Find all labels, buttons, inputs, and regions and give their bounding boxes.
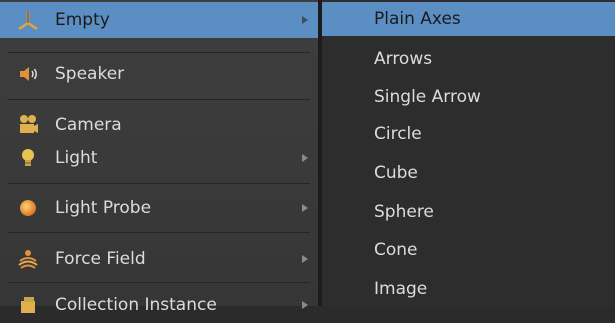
speaker-icon: [16, 62, 40, 86]
force-field-icon: [16, 247, 40, 271]
submenu-item-single-arrow[interactable]: Single Arrow: [318, 80, 615, 114]
submenu-item-circle[interactable]: Circle: [318, 117, 615, 151]
menu-item-empty[interactable]: Empty: [0, 2, 318, 38]
menu-item-label: Collection Instance: [55, 295, 217, 315]
submenu-item-label: Cone: [374, 240, 418, 260]
submenu-item-image[interactable]: Image: [318, 272, 615, 306]
submenu-item-cube[interactable]: Cube: [318, 156, 615, 190]
submenu-item-sphere[interactable]: Sphere: [318, 195, 615, 229]
submenu-arrow-icon: [302, 16, 308, 24]
menu-item-label: Speaker: [55, 64, 125, 84]
menu-separator: [8, 183, 310, 184]
menu-item-label: Camera: [55, 115, 122, 135]
menu-separator: [8, 52, 310, 53]
menu-item-force-field[interactable]: Force Field: [0, 241, 318, 277]
submenu-item-cone[interactable]: Cone: [318, 233, 615, 267]
submenu-arrow-icon: [302, 204, 308, 212]
menu-separator: [8, 232, 310, 233]
submenu-arrow-icon: [302, 154, 308, 162]
light-probe-icon: [16, 196, 40, 220]
menu-separator: [8, 99, 310, 100]
empty-axes-icon: [16, 8, 40, 32]
menu-item-label: Empty: [55, 10, 110, 30]
submenu-item-label: Arrows: [374, 49, 433, 69]
submenu-item-arrows[interactable]: Arrows: [318, 42, 615, 76]
submenu-item-label: Image: [374, 279, 428, 299]
menu-item-collection-instance[interactable]: Collection Instance: [0, 287, 318, 323]
menu-item-label: Light Probe: [55, 198, 152, 218]
menu-separator: [8, 282, 310, 283]
submenu-item-label: Single Arrow: [374, 87, 481, 107]
menu-item-label: Force Field: [55, 249, 146, 269]
camera-icon: [16, 113, 40, 137]
menu-item-speaker[interactable]: Speaker: [0, 56, 318, 92]
menu-item-light-probe[interactable]: Light Probe: [0, 190, 318, 226]
menu-item-light[interactable]: Light: [0, 140, 318, 176]
menu-item-label: Light: [55, 148, 98, 168]
submenu-item-label: Cube: [374, 163, 418, 183]
submenu-item-plain-axes[interactable]: Plain Axes: [322, 2, 615, 36]
submenu-item-label: Circle: [374, 124, 422, 144]
submenu-item-label: Sphere: [374, 202, 434, 222]
submenu-arrow-icon: [302, 301, 308, 309]
collection-icon: [16, 293, 40, 317]
submenu-arrow-icon: [302, 255, 308, 263]
menu-item-camera[interactable]: Camera: [0, 107, 318, 143]
light-bulb-icon: [16, 146, 40, 170]
submenu-item-label: Plain Axes: [374, 9, 461, 29]
